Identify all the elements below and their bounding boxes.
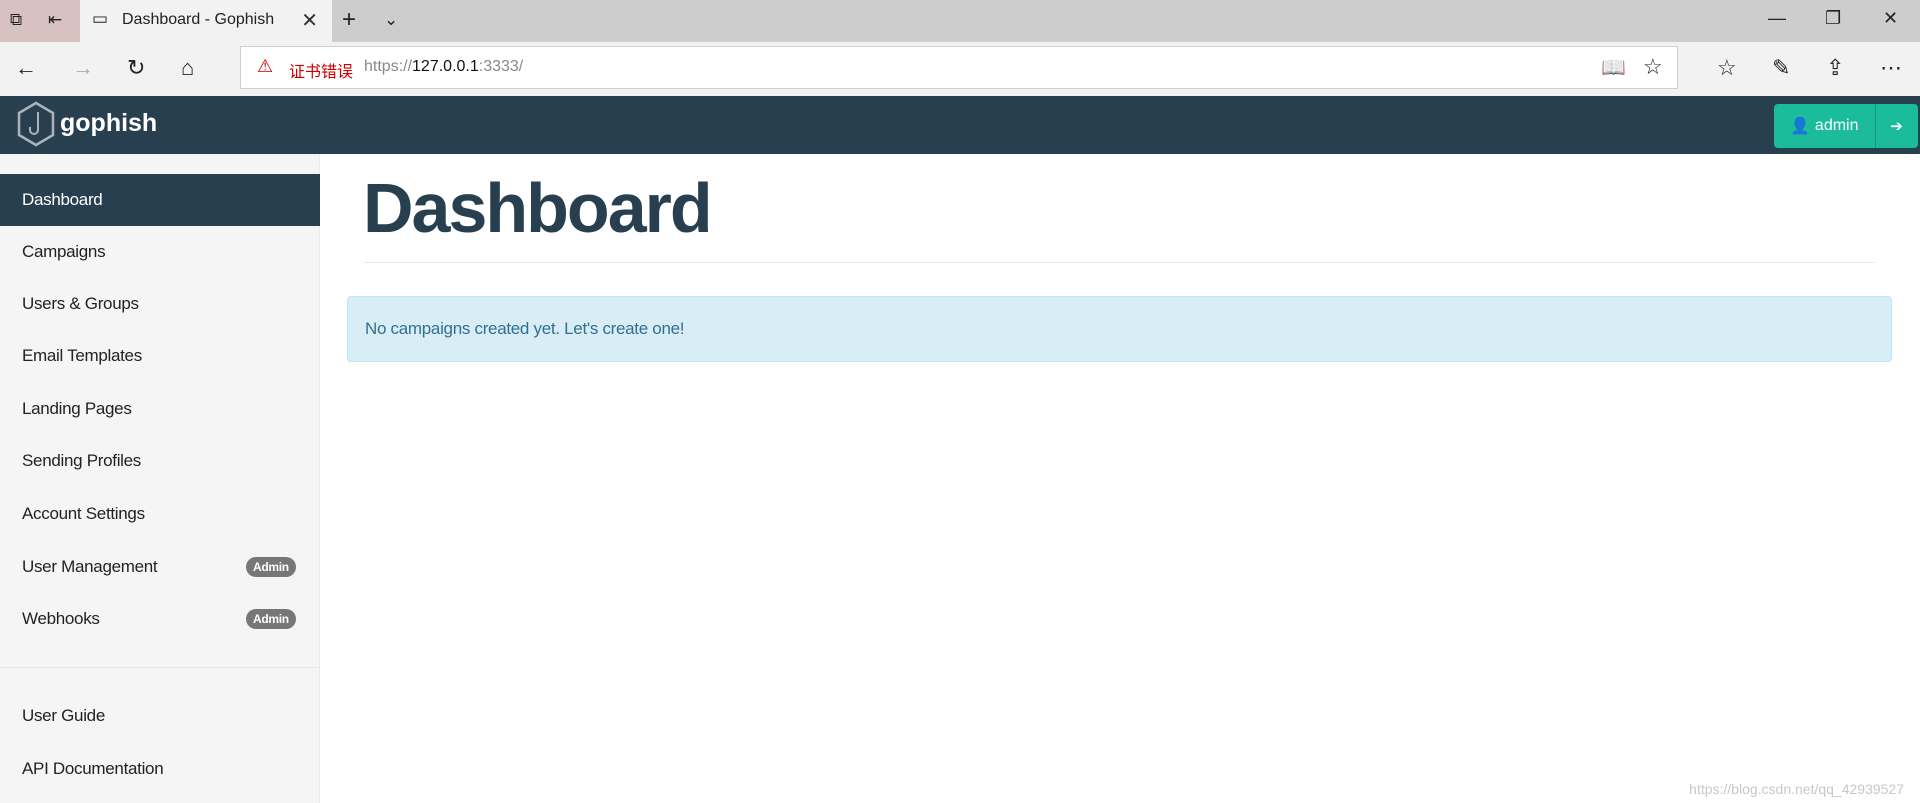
new-tab-icon[interactable]: + <box>342 6 356 34</box>
title-divider <box>364 262 1875 263</box>
sidebar-item-api-documentation[interactable]: API Documentation <box>0 743 320 795</box>
pen-icon[interactable]: ✎ <box>1772 55 1790 81</box>
url-text[interactable]: https://127.0.0.1:3333/ <box>364 58 523 76</box>
empty-campaigns-alert: No campaigns created yet. Let's create o… <box>347 296 1892 362</box>
tabs-aside-icon[interactable]: ⧉ <box>10 10 22 30</box>
navbar: gophish 👤 admin ➔ <box>0 96 1920 154</box>
chevron-down-icon[interactable]: ⌄ <box>384 10 398 30</box>
forward-icon[interactable]: → <box>72 55 94 81</box>
brand[interactable]: gophish <box>60 109 157 138</box>
address-toolbar: ← → ↻ ⌂ ⚠ 证书错误 https://127.0.0.1:3333/ 📖… <box>0 42 1920 96</box>
sidebar-item-account-settings[interactable]: Account Settings <box>0 488 320 540</box>
sidebar-item-webhooks[interactable]: Webhooks Admin <box>0 593 320 645</box>
admin-label: admin <box>1814 117 1859 134</box>
sidebar-divider <box>0 667 320 668</box>
set-aside-tabs-icon[interactable]: ⇤ <box>48 10 62 30</box>
close-window-icon[interactable]: ✕ <box>1883 8 1898 29</box>
watermark: https://blog.csdn.net/qq_42939527 <box>1689 781 1904 797</box>
certificate-error[interactable]: 证书错误 <box>289 58 353 82</box>
sidebar-item-label: Email Templates <box>22 346 142 365</box>
refresh-icon[interactable]: ↻ <box>127 55 145 81</box>
address-bar[interactable]: ⚠ 证书错误 https://127.0.0.1:3333/ 📖 ☆ <box>240 46 1678 89</box>
sidebar-item-label: Campaigns <box>22 242 106 261</box>
logout-button[interactable]: ➔ <box>1875 104 1918 148</box>
sidebar-item-users-groups[interactable]: Users & Groups <box>0 278 320 330</box>
gophish-logo-icon[interactable] <box>16 100 56 148</box>
sidebar-item-user-management[interactable]: User Management Admin <box>0 541 320 593</box>
minimize-icon[interactable]: — <box>1768 8 1786 29</box>
star-icon[interactable]: ☆ <box>1643 54 1663 80</box>
sidebar: Dashboard Campaigns Users & Groups Email… <box>0 154 320 803</box>
sign-out-icon: ➔ <box>1890 118 1903 135</box>
page-title: Dashboard <box>363 169 713 247</box>
browser-tab[interactable]: ▭ Dashboard - Gophish ✕ <box>80 0 332 42</box>
sidebar-item-label: API Documentation <box>22 759 164 778</box>
sidebar-item-dashboard[interactable]: Dashboard <box>0 174 320 226</box>
sidebar-item-label: Sending Profiles <box>22 451 141 470</box>
sidebar-item-label: Account Settings <box>22 504 145 523</box>
page-icon: ▭ <box>92 9 109 28</box>
sidebar-item-email-templates[interactable]: Email Templates <box>0 330 320 382</box>
sidebar-item-label: User Guide <box>22 706 105 725</box>
sidebar-item-landing-pages[interactable]: Landing Pages <box>0 383 320 435</box>
close-tab-icon[interactable]: ✕ <box>301 8 318 33</box>
restore-icon[interactable]: ❐ <box>1825 8 1841 29</box>
favorites-icon[interactable]: ☆ <box>1717 55 1737 81</box>
user-icon: 👤 <box>1790 118 1810 135</box>
back-icon[interactable]: ← <box>15 55 37 81</box>
share-icon[interactable]: ⇪ <box>1826 55 1844 81</box>
sidebar-item-label: User Management <box>22 557 158 576</box>
tab-title: Dashboard - Gophish <box>122 11 275 28</box>
admin-badge: Admin <box>246 557 296 577</box>
sidebar-item-user-guide[interactable]: User Guide <box>0 690 320 742</box>
sidebar-item-label: Users & Groups <box>22 294 139 313</box>
sidebar-item-label: Landing Pages <box>22 399 132 418</box>
user-button-group: 👤 admin ➔ <box>1774 104 1918 148</box>
url-port: :3333/ <box>478 58 524 75</box>
more-icon[interactable]: ⋯ <box>1880 55 1902 81</box>
warning-icon: ⚠ <box>257 56 274 76</box>
url-host: 127.0.0.1 <box>412 58 479 75</box>
admin-badge: Admin <box>246 609 296 629</box>
admin-button[interactable]: 👤 admin <box>1774 104 1876 148</box>
reading-view-icon[interactable]: 📖 <box>1601 55 1626 80</box>
sidebar-item-label: Webhooks <box>22 609 100 628</box>
home-icon[interactable]: ⌂ <box>181 55 194 81</box>
sidebar-item-campaigns[interactable]: Campaigns <box>0 226 320 278</box>
browser-tab-bar: ⧉ ⇤ ▭ Dashboard - Gophish ✕ + ⌄ — ❐ ✕ <box>0 0 1920 42</box>
tab-actions: ⧉ ⇤ <box>0 0 80 42</box>
sidebar-item-sending-profiles[interactable]: Sending Profiles <box>0 435 320 487</box>
sidebar-item-label: Dashboard <box>22 190 103 209</box>
url-scheme: https:// <box>364 58 413 75</box>
